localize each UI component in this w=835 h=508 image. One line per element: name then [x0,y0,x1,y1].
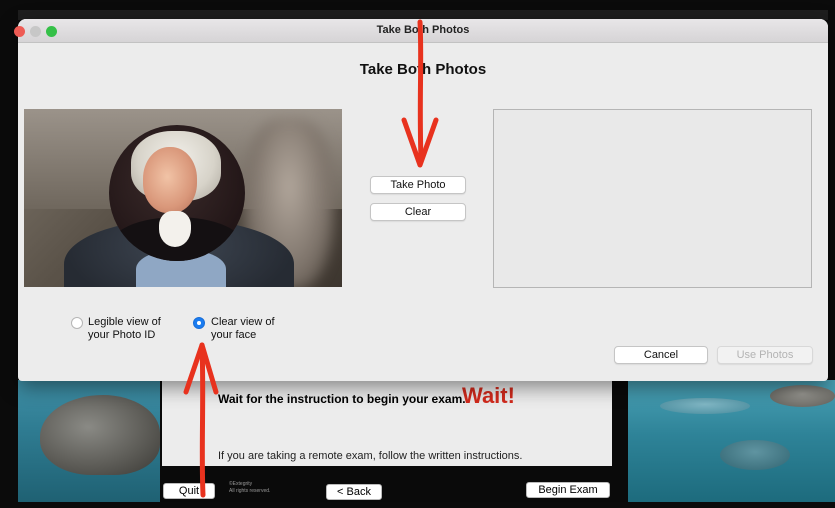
face-radio-label[interactable]: Clear view of your face [211,316,275,342]
clear-button[interactable]: Clear [370,203,466,221]
portrait-jabot [159,211,191,247]
copyright-text: ©Extegrity All rights reserved. [229,481,270,495]
screen: Wait for the instruction to begin your e… [0,0,835,508]
window-title: Take Both Photos [376,24,470,36]
photo-id-radio-label[interactable]: Legible view of your Photo ID [88,316,161,342]
begin-exam-button[interactable]: Begin Exam [526,482,610,498]
cancel-button[interactable]: Cancel [614,346,708,364]
radio-label-line: Clear view of [211,316,275,328]
rock-image [770,385,835,407]
use-photos-button[interactable]: Use Photos [717,346,813,364]
copyright-line: ©Extegrity [229,481,253,487]
exam-instruction-text: Wait for the instruction to begin your e… [218,392,466,406]
face-radio[interactable] [193,317,205,329]
camera-preview [24,109,342,287]
remote-exam-text: If you are taking a remote exam, follow … [218,450,523,462]
photo-id-radio[interactable] [71,317,83,329]
take-photo-button[interactable]: Take Photo [370,176,466,194]
rock-image [660,398,750,414]
wait-label: Wait! [462,383,515,408]
dialog-heading: Take Both Photos [359,61,487,78]
face-portrait-image [109,125,245,261]
back-button[interactable]: < Back [326,484,382,500]
captured-photo-preview [493,109,812,288]
radio-label-line: Legible view of [88,316,161,328]
take-photos-dialog: Take Both Photos Take Both Photos Take P… [14,19,828,381]
portrait-face [143,147,197,213]
copyright-line: All rights reserved. [229,488,271,494]
rock-image [40,395,160,475]
dialog-titlebar[interactable]: Take Both Photos [14,19,828,43]
radio-label-line: your face [211,329,257,341]
radio-label-line: your Photo ID [88,329,156,341]
quit-button[interactable]: Quit [163,483,215,499]
rock-image [720,440,790,470]
